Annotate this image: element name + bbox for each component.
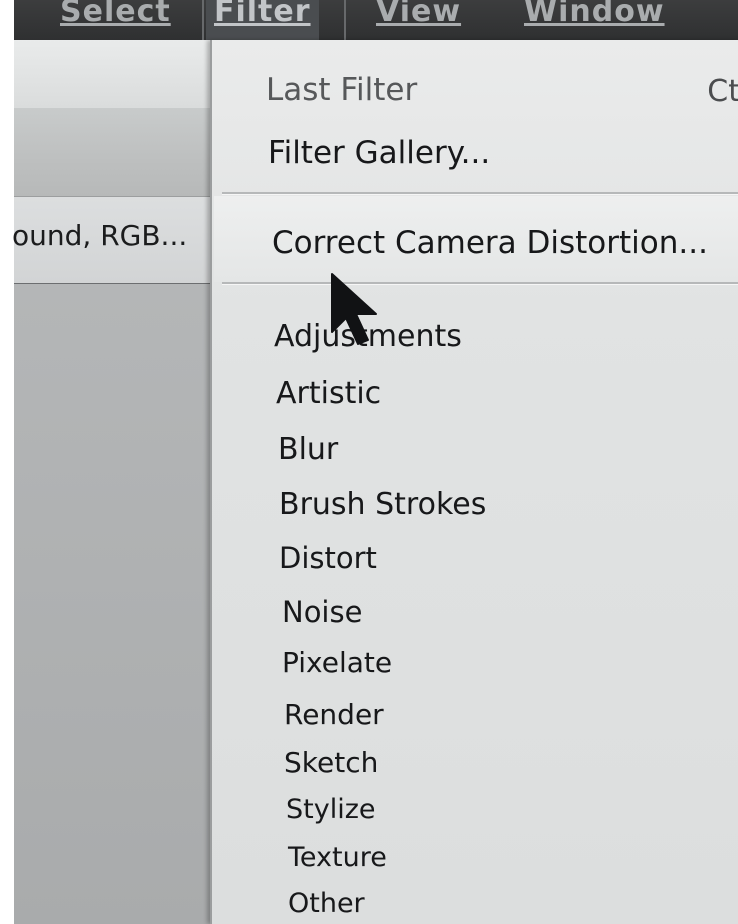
menu-bar: Select Filter View Window: [14, 0, 738, 40]
submenu-other[interactable]: Other: [288, 888, 365, 919]
menu-item-filter-gallery[interactable]: Filter Gallery...: [268, 135, 490, 171]
menu-separator: [202, 0, 204, 40]
submenu-distort[interactable]: Distort: [279, 541, 377, 575]
filter-menu-dropdown: Last Filter Ct Filter Gallery... Correct…: [210, 40, 738, 924]
document-tab-label: ound, RGB...: [12, 219, 188, 252]
options-bar: [14, 40, 210, 108]
submenu-noise[interactable]: Noise: [282, 595, 362, 629]
menu-view[interactable]: View: [376, 0, 461, 29]
menu-item-correct-camera-distortion[interactable]: Correct Camera Distortion...: [272, 225, 708, 261]
submenu-pixelate[interactable]: Pixelate: [282, 646, 392, 679]
photo-edge: [0, 0, 14, 924]
submenu-brush-strokes[interactable]: Brush Strokes: [279, 487, 486, 522]
submenu-stylize[interactable]: Stylize: [286, 794, 376, 825]
menu-separator: [344, 0, 346, 40]
submenu-render[interactable]: Render: [284, 698, 384, 731]
submenu-blur[interactable]: Blur: [278, 432, 338, 467]
document-tab[interactable]: ound, RGB...: [12, 196, 210, 285]
arrow-pointer-icon: [331, 273, 377, 345]
menu-window[interactable]: Window: [524, 0, 665, 29]
menu-item-last-filter[interactable]: Last Filter: [266, 72, 417, 108]
menu-select[interactable]: Select: [60, 0, 171, 29]
submenu-artistic[interactable]: Artistic: [276, 376, 381, 411]
submenu-sketch[interactable]: Sketch: [284, 746, 378, 779]
options-bar-lower: [14, 108, 210, 196]
menu-separator: [222, 192, 738, 195]
last-filter-shortcut: Ct: [707, 74, 738, 109]
submenu-texture[interactable]: Texture: [288, 842, 387, 873]
screen: Select Filter View Window ound, RGB... L…: [0, 0, 738, 924]
canvas-area[interactable]: [14, 284, 210, 924]
menu-separator: [222, 282, 738, 285]
menu-filter[interactable]: Filter: [206, 0, 319, 40]
